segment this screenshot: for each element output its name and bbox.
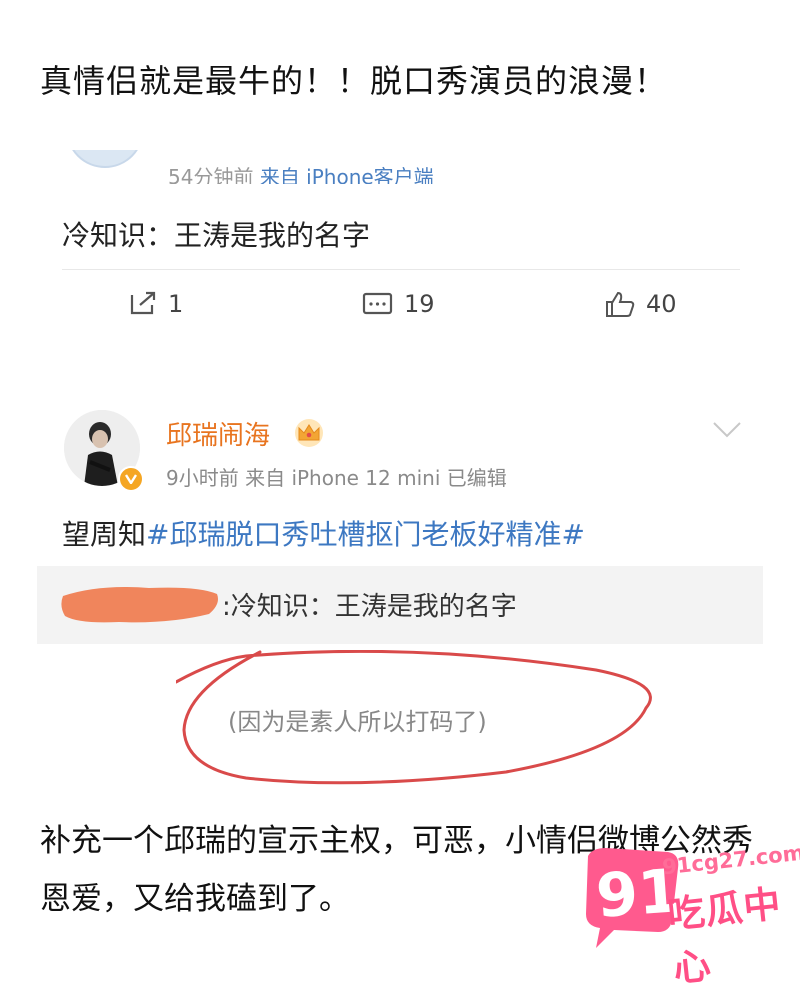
user-name[interactable]: 邱瑞闹海: [166, 415, 270, 452]
quoted-post[interactable]: :冷知识：王涛是我的名字: [37, 566, 763, 644]
headline: 真情侣就是最牛的！！脱口秀演员的浪漫！: [40, 62, 668, 100]
comment-icon: [362, 292, 393, 315]
like-count: 40: [646, 290, 677, 318]
repost-icon: [130, 291, 156, 315]
avatar[interactable]: [66, 150, 144, 168]
post-time: 54分钟前: [168, 165, 254, 184]
comment-count: 19: [404, 290, 435, 318]
chevron-down-icon[interactable]: [712, 420, 742, 440]
thumbs-up-icon: [606, 291, 635, 317]
post-text: 望周知: [62, 518, 147, 551]
quote-text: :冷知识：王涛是我的名字: [222, 592, 517, 622]
post-source[interactable]: 来自 iPhone客户端: [260, 165, 434, 184]
first-post-card: 54分钟前 来自 iPhone客户端 冷知识：王涛是我的名字 1 19 40: [0, 150, 800, 340]
post-meta: 54分钟前 来自 iPhone客户端: [168, 162, 434, 184]
divider: [62, 269, 740, 270]
watermark-logo: 91 91cg27.com 吃瓜中心: [566, 838, 800, 991]
like-button[interactable]: 40: [604, 290, 677, 318]
repost-button[interactable]: 1: [128, 290, 183, 318]
comment-button[interactable]: 19: [362, 290, 435, 318]
post-body: 望周知#邱瑞脱口秀吐槽抠门老板好精准#: [62, 513, 585, 553]
redaction-mark: [61, 587, 219, 623]
crown-icon: [295, 419, 323, 447]
topic-link[interactable]: #邱瑞脱口秀吐槽抠门老板好精准#: [146, 518, 585, 551]
annotation-text: (因为是素人所以打码了): [228, 708, 487, 736]
watermark-name: 吃瓜中心: [665, 882, 784, 991]
post-body: 冷知识：王涛是我的名字: [62, 219, 371, 252]
repost-count: 1: [168, 290, 184, 318]
post-meta: 9小时前 来自 iPhone 12 mini 已编辑: [166, 466, 507, 490]
verified-badge-icon: [118, 466, 144, 492]
